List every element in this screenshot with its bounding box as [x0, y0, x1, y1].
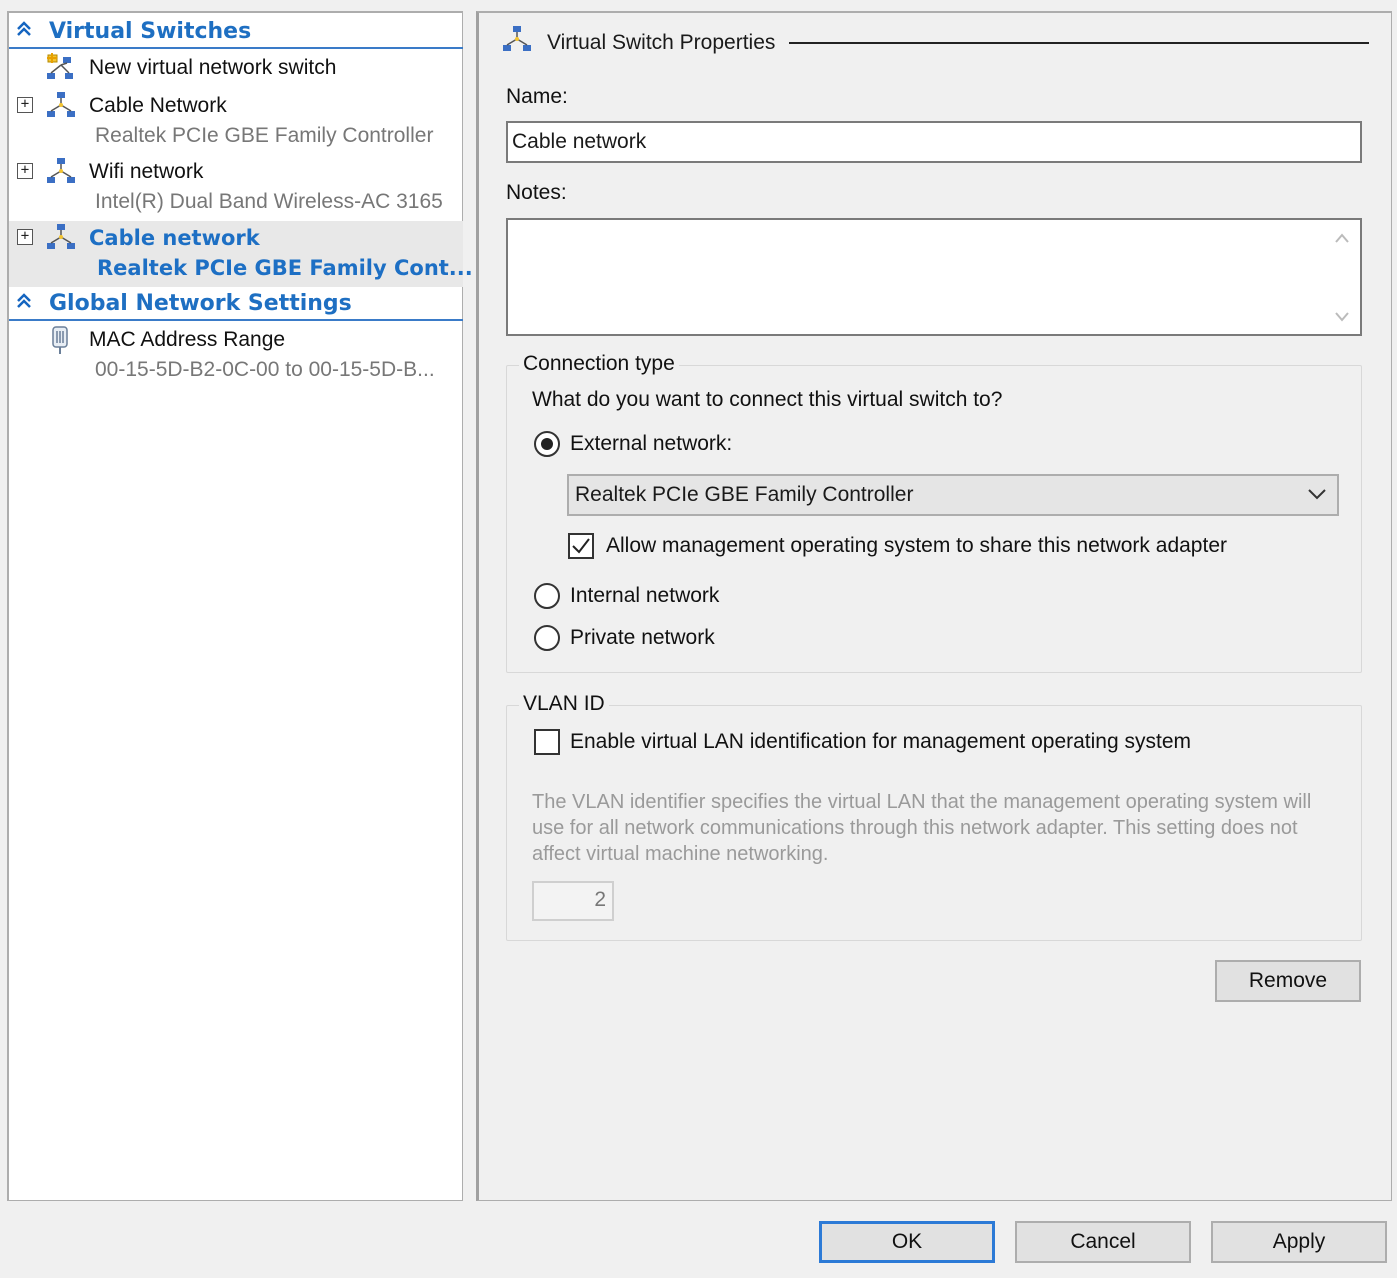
properties-title: Virtual Switch Properties [547, 30, 776, 54]
internal-network-radio[interactable] [534, 583, 560, 609]
tree-item-wifi-network[interactable]: + Wifi network Intel(R) Dual Band Wirele… [9, 155, 463, 219]
vlan-id-input[interactable]: 2 [532, 881, 614, 921]
global-network-settings-title: Global Network Settings [49, 290, 352, 316]
new-switch-label: New virtual network switch [89, 56, 337, 79]
external-adapter-value: Realtek PCIe GBE Family Controller [575, 483, 914, 506]
notes-label: Notes: [506, 181, 567, 204]
external-network-label[interactable]: External network: [570, 432, 732, 456]
collapse-up-icon[interactable] [9, 292, 49, 314]
network-switch-icon [45, 157, 77, 187]
chevron-down-icon[interactable] [1305, 482, 1329, 506]
name-label: Name: [506, 85, 568, 108]
notes-scrollbar[interactable] [1324, 220, 1360, 334]
ok-button[interactable]: OK [819, 1221, 995, 1263]
mac-range-value: 00-15-5D-B2-0C-00 to 00-15-5D-B... [95, 358, 435, 381]
header-divider [789, 41, 1369, 44]
switch-tree-pane: Virtual Switches New virtual network swi… [7, 11, 473, 1201]
tree-item-label: Cable Network [89, 94, 227, 117]
vlan-id-title: VLAN ID [519, 692, 609, 716]
cancel-button[interactable]: Cancel [1015, 1221, 1191, 1263]
vlan-description: The VLAN identifier specifies the virtua… [532, 791, 1312, 865]
apply-button[interactable]: Apply [1211, 1221, 1387, 1263]
connection-type-title: Connection type [519, 352, 679, 376]
virtual-switch-icon [501, 25, 533, 60]
expand-plus-icon[interactable]: + [17, 163, 33, 179]
tree-item-adapter: Intel(R) Dual Band Wireless-AC 3165 [95, 190, 443, 213]
new-switch-icon [45, 53, 77, 83]
allow-mgmt-checkbox[interactable] [568, 533, 594, 559]
tree-item-cable-network-selected[interactable]: + Cable network Realtek PCIe GBE Family … [9, 221, 473, 287]
network-switch-icon [45, 223, 77, 253]
collapse-up-icon[interactable] [9, 20, 49, 42]
properties-header: Virtual Switch Properties [501, 25, 1369, 60]
vlan-enable-checkbox[interactable] [534, 729, 560, 755]
tree-item-new-switch[interactable]: New virtual network switch [9, 51, 463, 87]
external-network-radio[interactable] [534, 431, 560, 457]
tree-item-cable-network-1[interactable]: + Cable Network Realtek PCIe GBE Family … [9, 89, 463, 153]
tree-item-label: Cable network [89, 226, 260, 250]
mac-address-icon [49, 325, 81, 355]
virtual-switches-header[interactable]: Virtual Switches [9, 15, 463, 49]
tree-item-label: MAC Address Range [89, 328, 286, 351]
private-network-radio[interactable] [534, 625, 560, 651]
network-switch-icon [45, 91, 77, 121]
vlan-enable-label[interactable]: Enable virtual LAN identification for ma… [570, 730, 1191, 754]
external-adapter-select[interactable]: Realtek PCIe GBE Family Controller [567, 474, 1339, 516]
global-network-settings-header[interactable]: Global Network Settings [9, 287, 463, 321]
expand-plus-icon[interactable]: + [17, 229, 33, 245]
properties-pane: Virtual Switch Properties Name: Cable ne… [476, 11, 1392, 1201]
private-network-label[interactable]: Private network [570, 626, 715, 650]
scroll-up-icon[interactable] [1334, 228, 1350, 249]
name-field[interactable]: Cable network [506, 121, 1362, 163]
tree-item-adapter: Realtek PCIe GBE Family Cont... [97, 256, 473, 280]
connection-question: What do you want to connect this virtual… [532, 388, 1003, 411]
remove-button[interactable]: Remove [1215, 960, 1361, 1002]
tree-item-adapter: Realtek PCIe GBE Family Controller [95, 124, 434, 147]
internal-network-label[interactable]: Internal network [570, 584, 719, 608]
virtual-switches-title: Virtual Switches [49, 18, 252, 44]
scroll-down-icon[interactable] [1334, 307, 1350, 328]
notes-field[interactable] [506, 218, 1362, 336]
allow-mgmt-label[interactable]: Allow management operating system to sha… [606, 534, 1227, 558]
expand-plus-icon[interactable]: + [17, 97, 33, 113]
tree-item-label: Wifi network [89, 160, 204, 183]
tree-item-mac-address-range[interactable]: MAC Address Range 00-15-5D-B2-0C-00 to 0… [9, 323, 463, 387]
